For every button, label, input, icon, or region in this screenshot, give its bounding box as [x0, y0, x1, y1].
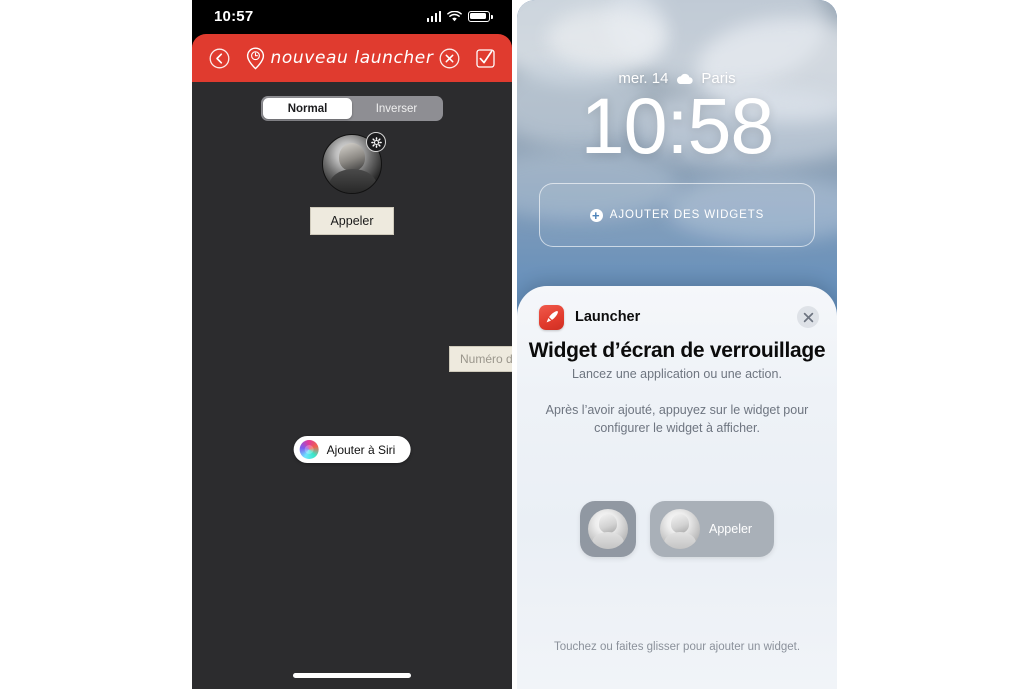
location-pin-clock-icon[interactable] [242, 45, 268, 71]
contact-photo-icon [588, 509, 628, 549]
back-chevron-circle-icon[interactable] [206, 45, 232, 71]
widget-preview-small[interactable] [580, 501, 636, 557]
phone-number-field[interactable]: Numéro de téléphone [449, 346, 512, 372]
status-bar-time: 10:57 [214, 7, 254, 25]
sheet-header: Launcher [539, 304, 819, 330]
widget-preview-row: Appeler [517, 501, 837, 557]
cancel-circle-icon[interactable] [436, 45, 462, 71]
contact-avatar[interactable] [322, 132, 386, 194]
sheet-note: Après l’avoir ajouté, appuyez sur le wid… [545, 403, 809, 435]
plus-circle-icon: + [589, 208, 603, 222]
right-phone-screen: mer. 14 Paris 10:58 + AJOUTER DES WIDGET… [517, 0, 837, 689]
segment-inverser[interactable]: Inverser [352, 98, 441, 119]
add-to-siri-label: Ajouter à Siri [326, 442, 396, 457]
battery-icon [468, 10, 493, 22]
sheet-subtitle: Lancez une application ou une action. [572, 367, 782, 381]
status-bar-indicators [426, 10, 493, 22]
segment-normal[interactable]: Normal [263, 98, 352, 119]
phone-number-placeholder: Numéro de téléphone [460, 352, 512, 366]
sheet-app-name: Launcher [575, 309, 641, 325]
app-navbar: nouveau launcher [192, 34, 512, 82]
screenshot-stage: 10:57 nouveau launcher Normal Inverser A… [0, 0, 1024, 689]
lock-screen-clock: 10:58 [580, 81, 775, 170]
left-phone-screen: 10:57 nouveau launcher Normal Inverser A… [192, 0, 512, 689]
status-bar: 10:57 [192, 0, 512, 32]
app-content: Normal Inverser Appeler Numéro d Ajouter… [192, 82, 512, 689]
widget-sheet: Launcher Widget d’écran de verrouillage … [517, 286, 837, 689]
mode-segmented-control[interactable]: Normal Inverser [261, 96, 443, 121]
widget-preview-wide-label: Appeler [709, 522, 753, 536]
gear-icon[interactable] [366, 132, 386, 152]
add-to-siri-button[interactable]: Ajouter à Siri [293, 436, 411, 463]
add-widgets-label: AJOUTER DES WIDGETS [609, 209, 765, 221]
sheet-title: Widget d’écran de verrouillage [528, 339, 826, 362]
checkbox-check-icon[interactable] [472, 45, 498, 71]
sheet-footer-hint: Touchez ou faites glisser pour ajouter u… [553, 641, 801, 653]
launcher-app-icon [539, 304, 564, 330]
add-widgets-slot[interactable]: + AJOUTER DES WIDGETS [539, 183, 815, 247]
siri-orb-icon [299, 440, 319, 459]
wifi-icon [447, 10, 462, 22]
page-title: nouveau launcher [270, 48, 434, 68]
close-icon[interactable] [797, 306, 819, 328]
appeler-button[interactable]: Appeler [310, 207, 394, 235]
cellular-signal-icon [426, 10, 441, 22]
home-indicator[interactable] [293, 673, 411, 678]
contact-photo-icon [660, 509, 700, 549]
widget-preview-wide[interactable]: Appeler [650, 501, 774, 557]
